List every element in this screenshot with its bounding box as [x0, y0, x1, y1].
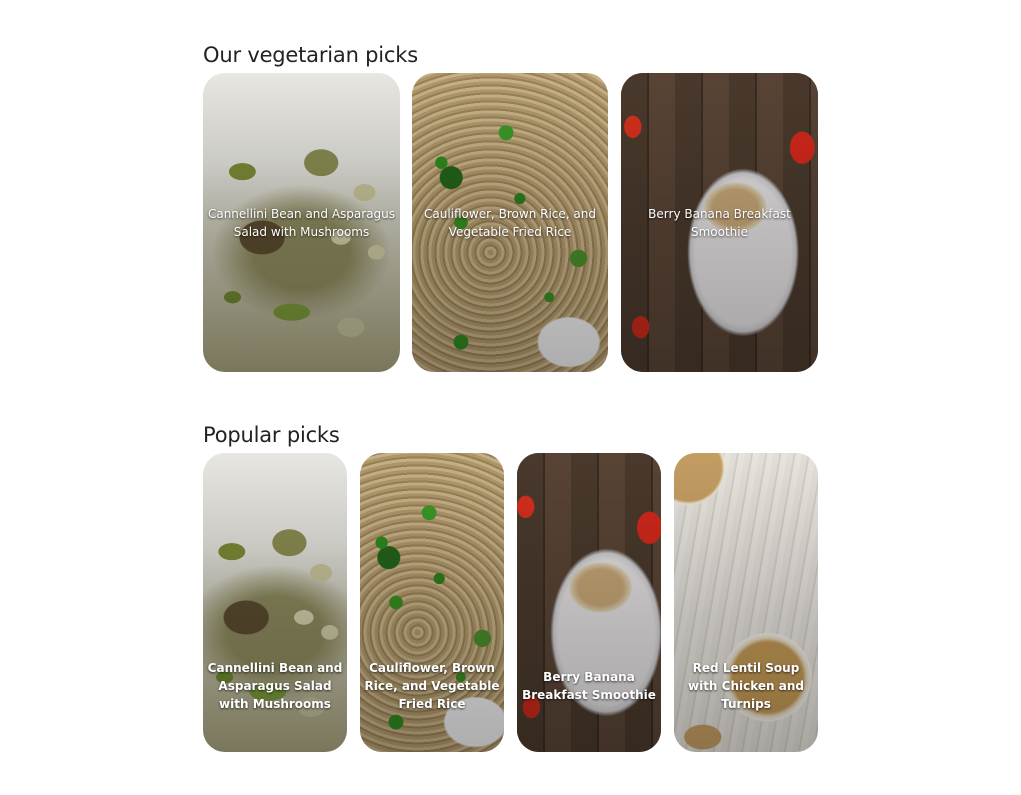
- recipe-card[interactable]: Cauliflower, Brown Rice, and Vegetable F…: [360, 453, 504, 752]
- recipe-card[interactable]: Red Lentil Soup with Chicken and Turnips: [674, 453, 818, 752]
- recipe-card-label: Berry Banana Breakfast Smoothie: [648, 206, 791, 239]
- recipe-card[interactable]: Berry Banana Breakfast Smoothie: [517, 453, 661, 752]
- recipe-card[interactable]: Cauliflower, Brown Rice, and Vegetable F…: [412, 73, 608, 372]
- recipe-card-label: Cannellini Bean and Asparagus Salad with…: [207, 206, 396, 239]
- vegetarian-picks-section: Our vegetarian picks Cannellini Bean and…: [203, 41, 818, 372]
- recipe-card-label: Berry Banana Breakfast Smoothie: [522, 670, 656, 703]
- recipe-carousel: Cannellini Bean and Asparagus Salad with…: [203, 73, 818, 372]
- recipe-card[interactable]: Berry Banana Breakfast Smoothie: [621, 73, 818, 372]
- recipe-card-label: Red Lentil Soup with Chicken and Turnips: [688, 661, 804, 712]
- recipe-card-label: Cannellini Bean and Asparagus Salad with…: [207, 661, 343, 712]
- section-title: Popular picks: [203, 423, 340, 447]
- recipe-carousel: Cannellini Bean and Asparagus Salad with…: [203, 453, 818, 752]
- recipe-card-label: Cauliflower, Brown Rice, and Vegetable F…: [364, 661, 500, 712]
- popular-picks-section: Popular picks Cannellini Bean and Aspara…: [203, 421, 818, 752]
- recipe-card-label: Cauliflower, Brown Rice, and Vegetable F…: [423, 206, 596, 239]
- recipe-card[interactable]: Cannellini Bean and Asparagus Salad with…: [203, 453, 347, 752]
- section-title: Our vegetarian picks: [203, 43, 418, 67]
- recipe-card[interactable]: Cannellini Bean and Asparagus Salad with…: [203, 73, 400, 372]
